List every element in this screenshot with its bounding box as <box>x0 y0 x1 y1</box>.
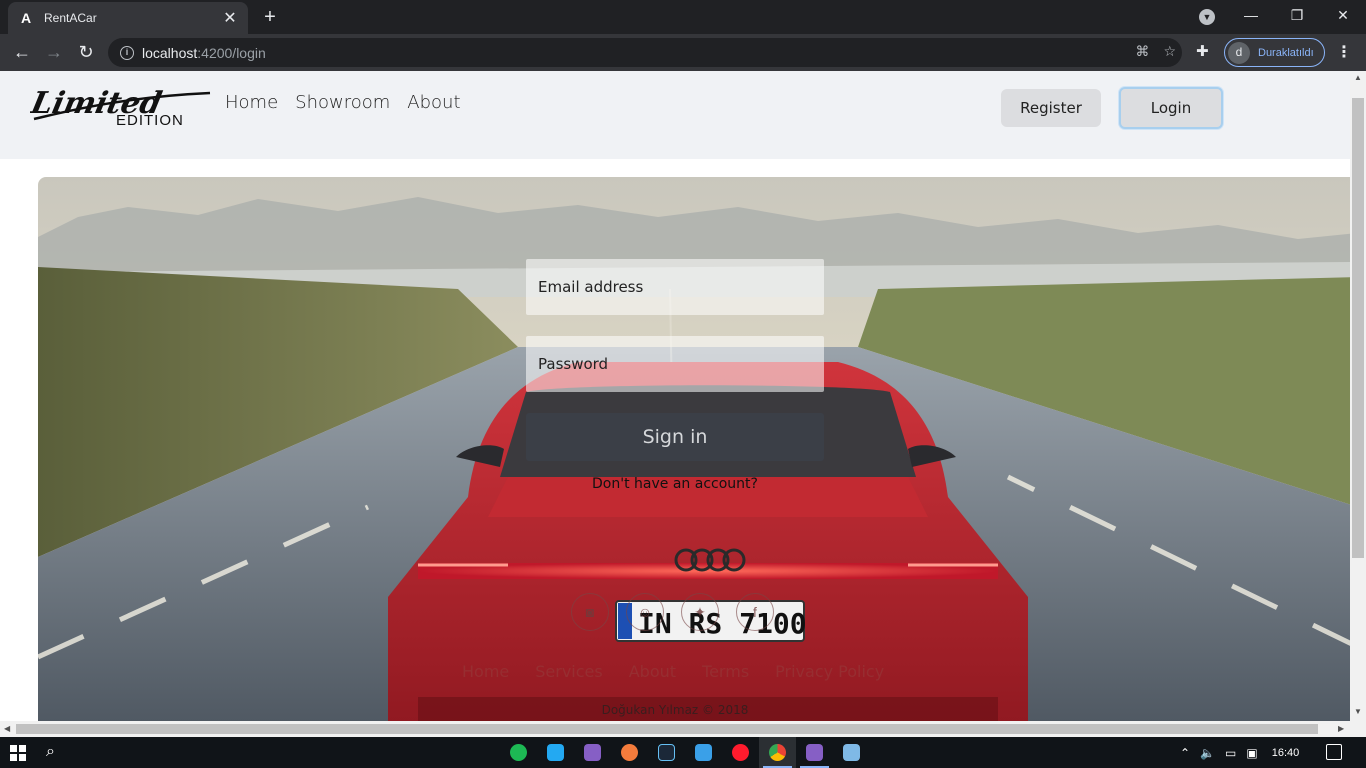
network-icon[interactable]: ▣ <box>1246 746 1257 760</box>
chrome-menu-icon[interactable]: ⋮ <box>1336 42 1352 62</box>
spotify-app[interactable] <box>500 737 537 768</box>
url-path: :4200/login <box>197 44 266 61</box>
clock[interactable]: 16:40 <box>1272 747 1300 759</box>
volume-icon[interactable]: 🔈 <box>1200 746 1215 760</box>
site-header: Limited EDITION Home Showroom About Regi… <box>0 71 1350 159</box>
footer-privacy-link[interactable]: Privacy Policy <box>775 662 884 681</box>
pinned-apps <box>500 737 870 768</box>
opera-icon <box>732 744 749 761</box>
back-arrow-icon[interactable]: ← <box>6 36 38 68</box>
vscode-app[interactable] <box>537 737 574 768</box>
visual-studio-icon <box>584 744 601 761</box>
visual-studio-app-2[interactable] <box>796 737 833 768</box>
chrome-icon <box>769 744 786 761</box>
footer-terms-link[interactable]: Terms <box>702 662 749 681</box>
nav-showroom-link[interactable]: Showroom <box>295 92 390 113</box>
battery-icon[interactable]: ▭ <box>1225 746 1236 760</box>
tab-title: RentACar <box>44 11 97 25</box>
close-window-button[interactable]: ✕ <box>1320 0 1366 30</box>
svg-text:EDITION: EDITION <box>116 112 184 129</box>
steam-app[interactable] <box>648 737 685 768</box>
limited-edition-logo[interactable]: Limited EDITION <box>30 83 212 129</box>
steam-icon <box>658 744 675 761</box>
sign-in-button[interactable]: Sign in <box>526 413 824 461</box>
system-tray: ⌃ 🔈 ▭ ▣ 16:40 <box>1180 737 1299 768</box>
copyright-text: Doğukan Yılmaz © 2018 <box>601 703 749 717</box>
paint-app[interactable] <box>833 737 870 768</box>
footer-services-link[interactable]: Services <box>535 662 602 681</box>
search-icon[interactable]: ⌕ <box>46 743 55 761</box>
twitter-icon[interactable]: ✦ <box>681 593 719 631</box>
visual-studio-icon <box>806 744 823 761</box>
forward-arrow-icon[interactable]: → <box>38 36 70 68</box>
hero-background: IN RS 7100 Sign in Don't have an account… <box>38 177 1350 721</box>
profile-button[interactable]: d Duraklatıldı <box>1224 38 1325 67</box>
social-links: ◙ ☺ ✦ f <box>571 593 774 631</box>
horizontal-scrollbar[interactable]: ◀ ▶ <box>0 721 1366 737</box>
register-button[interactable]: Register <box>1001 89 1101 127</box>
nav-about-link[interactable]: About <box>407 92 460 113</box>
login-button[interactable]: Login <box>1119 87 1223 129</box>
chrome-app[interactable] <box>759 737 796 768</box>
vertical-scroll-thumb[interactable] <box>1352 98 1364 558</box>
paint-icon <box>843 744 860 761</box>
tab-search-icon[interactable]: ▼ <box>1199 9 1215 25</box>
notifications-icon[interactable] <box>1326 744 1342 760</box>
reload-icon[interactable]: ↻ <box>70 36 102 68</box>
scroll-up-arrow-icon[interactable]: ▲ <box>1354 73 1362 82</box>
url-text: localhost:4200/login <box>142 45 266 61</box>
scroll-left-arrow-icon[interactable]: ◀ <box>4 724 10 733</box>
email-field[interactable] <box>526 259 824 315</box>
url-host: localhost <box>142 44 198 61</box>
browser-toolbar: ← → ↻ i localhost:4200/login ⌘ ☆ ✚ d Dur… <box>0 34 1366 71</box>
minimize-button[interactable]: — <box>1228 0 1274 30</box>
tray-chevron-icon[interactable]: ⌃ <box>1180 746 1190 760</box>
page-viewport: Limited EDITION Home Showroom About Regi… <box>0 71 1350 721</box>
git-client-icon <box>621 744 638 761</box>
facebook-icon[interactable]: f <box>736 593 774 631</box>
browser-tab[interactable]: A RentACar ✕ <box>8 2 248 34</box>
translate-icon[interactable]: ⌘ <box>1135 43 1149 60</box>
new-tab-button[interactable]: + <box>258 6 282 30</box>
no-account-link[interactable]: Don't have an account? <box>526 476 824 492</box>
git-client-app[interactable] <box>611 737 648 768</box>
scroll-down-arrow-icon[interactable]: ▼ <box>1354 707 1362 716</box>
nav-home-link[interactable]: Home <box>225 92 278 113</box>
password-field[interactable] <box>526 336 824 392</box>
windows-start-icon[interactable] <box>10 745 26 761</box>
snapchat-icon[interactable]: ☺ <box>626 593 664 631</box>
footer-about-link[interactable]: About <box>629 662 676 681</box>
footer-home-link[interactable]: Home <box>462 662 509 681</box>
opera-app[interactable] <box>722 737 759 768</box>
main-nav: Home Showroom About <box>225 92 461 113</box>
tab-close-icon[interactable]: ✕ <box>222 8 238 28</box>
vscode-icon <box>547 744 564 761</box>
site-info-icon[interactable]: i <box>120 45 134 60</box>
omnibox-actions: ⌘ ☆ <box>1135 43 1176 60</box>
address-bar[interactable]: i localhost:4200/login ⌘ ☆ <box>108 38 1182 67</box>
vertical-scrollbar[interactable]: ▲ ▼ <box>1350 71 1366 721</box>
window-controls: — ❐ ✕ <box>1228 0 1366 32</box>
spotify-icon <box>510 744 527 761</box>
visual-studio-app[interactable] <box>574 737 611 768</box>
browser-titlebar: A RentACar ✕ + ▼ — ❐ ✕ <box>0 0 1366 34</box>
windows-taskbar: ⌕ ⌃ 🔈 ▭ ▣ 16:40 <box>0 737 1366 768</box>
profile-status-label: Duraklatıldı <box>1258 46 1314 59</box>
avatar: d <box>1228 41 1250 64</box>
footer-links: Home Services About Terms Privacy Policy <box>462 662 884 681</box>
horizontal-scroll-thumb[interactable] <box>16 724 1318 734</box>
scroll-right-arrow-icon[interactable]: ▶ <box>1338 724 1344 733</box>
instagram-icon[interactable]: ◙ <box>571 593 609 631</box>
remote-desktop-icon <box>695 744 712 761</box>
bookmark-star-icon[interactable]: ☆ <box>1163 43 1176 60</box>
remote-desktop-app[interactable] <box>685 737 722 768</box>
angular-favicon-icon: A <box>20 10 32 26</box>
extensions-puzzle-icon[interactable]: ✚ <box>1196 42 1209 60</box>
restore-button[interactable]: ❐ <box>1274 0 1320 30</box>
